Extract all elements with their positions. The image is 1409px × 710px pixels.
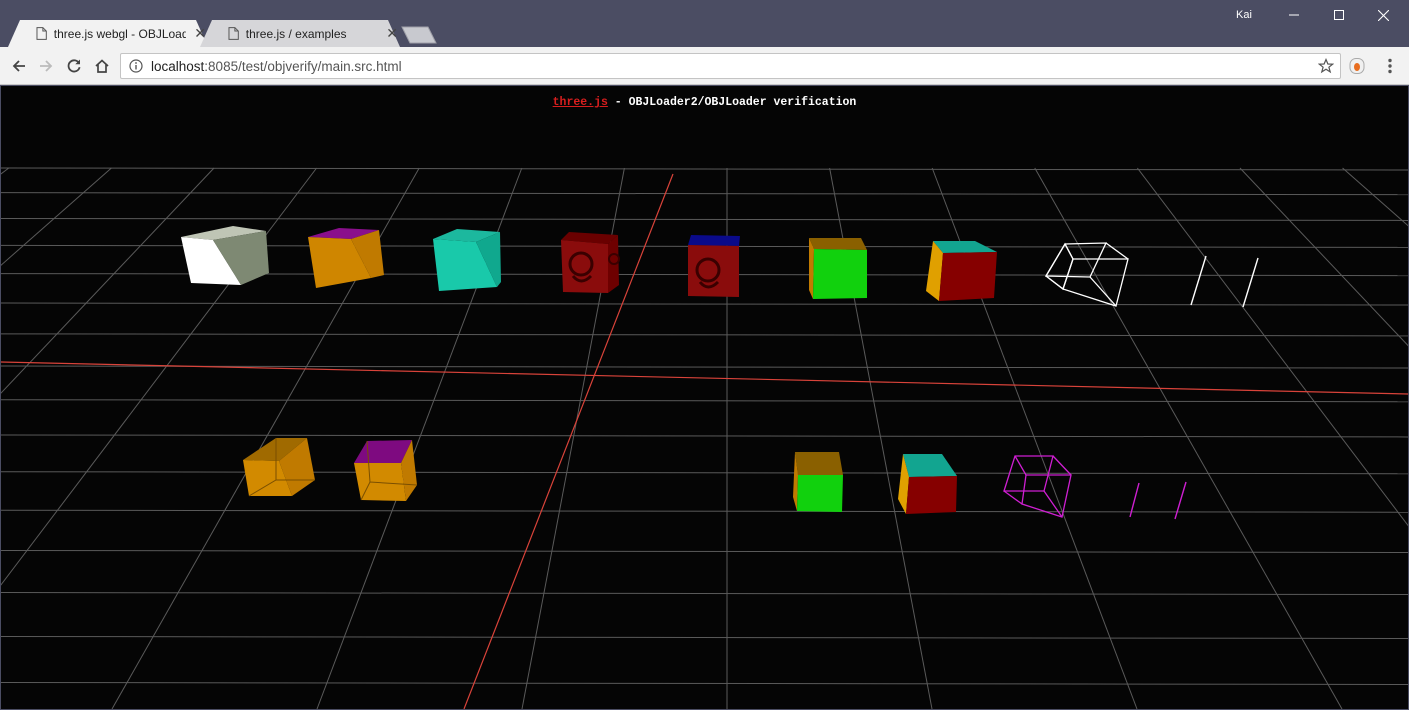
tab-close-icon[interactable]: ✕ bbox=[384, 25, 400, 42]
grid-line bbox=[1, 333, 1408, 337]
grid-line bbox=[1136, 167, 1408, 527]
minimize-button[interactable] bbox=[1271, 0, 1316, 30]
url-path: :8085/test/objverify/main.src.html bbox=[204, 58, 402, 74]
maximize-button[interactable] bbox=[1316, 0, 1361, 30]
grid-line bbox=[1, 509, 1408, 513]
grid-line bbox=[1, 592, 1408, 596]
cube-white bbox=[181, 226, 269, 285]
cube-textured-red bbox=[561, 232, 620, 293]
info-icon[interactable] bbox=[129, 59, 143, 73]
address-bar[interactable]: localhost:8085/test/objverify/main.src.h… bbox=[120, 53, 1341, 79]
reload-icon bbox=[67, 59, 81, 73]
grid-line bbox=[1, 549, 1408, 553]
arrow-left-icon bbox=[12, 60, 25, 72]
home-button[interactable] bbox=[90, 54, 114, 78]
tab-objloader[interactable]: three.js webgl - OBJLoad ✕ bbox=[8, 20, 208, 47]
heading-text: - OBJLoader2/OBJLoader verification bbox=[607, 96, 857, 109]
grid-line bbox=[1, 681, 1408, 685]
document-icon bbox=[228, 27, 239, 40]
grid-line bbox=[1, 167, 318, 586]
tab-examples[interactable]: three.js / examples ✕ bbox=[200, 20, 400, 47]
back-button[interactable] bbox=[7, 54, 31, 78]
profile-name[interactable]: Kai bbox=[1236, 9, 1252, 21]
grid-line bbox=[1, 192, 1408, 196]
cube-teal bbox=[433, 229, 501, 291]
threejs-link[interactable]: three.js bbox=[553, 96, 608, 109]
minimize-icon bbox=[1288, 14, 1299, 16]
maximize-icon bbox=[1333, 10, 1344, 20]
tab-title: three.js / examples bbox=[245, 26, 347, 41]
cube-orange-transparent bbox=[243, 438, 315, 497]
grid-line bbox=[1, 635, 1408, 639]
close-window-button[interactable] bbox=[1361, 0, 1406, 30]
browser-toolbar: localhost:8085/test/objverify/main.src.h… bbox=[0, 47, 1409, 85]
document-icon bbox=[36, 27, 47, 40]
cube-green-orange-row2 bbox=[793, 452, 843, 512]
lines-magenta bbox=[1129, 481, 1187, 520]
grid-line bbox=[1, 471, 1408, 475]
url-host: localhost bbox=[151, 58, 205, 74]
grid-line bbox=[1342, 167, 1408, 227]
grid-line bbox=[1, 399, 1408, 403]
cube-textured-blue-top bbox=[688, 235, 740, 297]
grid-line bbox=[1034, 167, 1343, 709]
home-icon bbox=[95, 59, 109, 73]
more-menu-icon[interactable] bbox=[1380, 57, 1400, 75]
extension-icon[interactable] bbox=[1348, 57, 1366, 75]
arrow-right-icon bbox=[40, 60, 53, 72]
3d-scene[interactable] bbox=[1, 86, 1408, 709]
grid-line bbox=[1, 434, 1408, 438]
reload-button[interactable] bbox=[62, 54, 86, 78]
title-bar: three.js webgl - OBJLoad ✕ three.js / ex… bbox=[0, 0, 1409, 47]
cube-maroon-teal-row2 bbox=[898, 454, 957, 514]
cube-orange-purple-transparent bbox=[354, 440, 418, 501]
browser-window: three.js webgl - OBJLoad ✕ three.js / ex… bbox=[0, 0, 1409, 710]
webgl-viewport[interactable]: three.js - OBJLoader2/OBJLoader verifica… bbox=[1, 86, 1408, 709]
bookmark-star-icon[interactable] bbox=[1318, 58, 1334, 74]
lines-white bbox=[1190, 255, 1259, 308]
close-icon bbox=[1378, 9, 1389, 21]
cube-maroon-teal bbox=[926, 241, 997, 301]
new-tab-button[interactable] bbox=[400, 26, 438, 44]
grid-line bbox=[1, 167, 112, 266]
grid-line bbox=[1, 167, 215, 394]
cube-wireframe-white bbox=[1044, 242, 1129, 307]
page-heading: three.js - OBJLoader2/OBJLoader verifica… bbox=[1, 96, 1408, 109]
grid-line bbox=[1, 217, 1408, 221]
url-text: localhost:8085/test/objverify/main.src.h… bbox=[151, 59, 402, 74]
cube-orange-purple-top bbox=[308, 228, 384, 288]
cube-green-orange bbox=[809, 238, 867, 299]
grid-line bbox=[1239, 167, 1408, 347]
grid-line bbox=[1, 302, 1408, 306]
tab-title: three.js webgl - OBJLoad bbox=[53, 26, 187, 41]
forward-button[interactable] bbox=[34, 54, 58, 78]
grid-line bbox=[1, 167, 10, 175]
